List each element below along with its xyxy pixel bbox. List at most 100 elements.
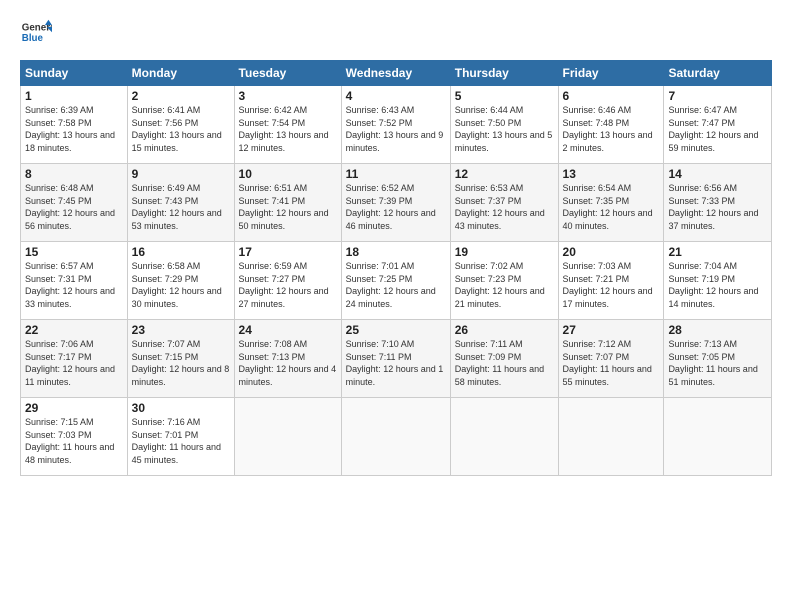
cell-content: Sunrise: 6:52 AMSunset: 7:39 PMDaylight:… [346, 183, 436, 231]
day-number: 23 [132, 323, 230, 337]
day-cell: 6 Sunrise: 6:46 AMSunset: 7:48 PMDayligh… [558, 86, 664, 164]
day-number: 11 [346, 167, 446, 181]
cell-content: Sunrise: 6:44 AMSunset: 7:50 PMDaylight:… [455, 105, 553, 153]
cell-content: Sunrise: 7:04 AMSunset: 7:19 PMDaylight:… [668, 261, 758, 309]
column-header-monday: Monday [127, 61, 234, 86]
cell-content: Sunrise: 7:03 AMSunset: 7:21 PMDaylight:… [563, 261, 653, 309]
column-header-sunday: Sunday [21, 61, 128, 86]
day-cell: 8 Sunrise: 6:48 AMSunset: 7:45 PMDayligh… [21, 164, 128, 242]
cell-content: Sunrise: 7:11 AMSunset: 7:09 PMDaylight:… [455, 339, 544, 387]
header-row: SundayMondayTuesdayWednesdayThursdayFrid… [21, 61, 772, 86]
day-cell: 20 Sunrise: 7:03 AMSunset: 7:21 PMDaylig… [558, 242, 664, 320]
cell-content: Sunrise: 7:16 AMSunset: 7:01 PMDaylight:… [132, 417, 221, 465]
week-row-1: 1 Sunrise: 6:39 AMSunset: 7:58 PMDayligh… [21, 86, 772, 164]
day-cell: 17 Sunrise: 6:59 AMSunset: 7:27 PMDaylig… [234, 242, 341, 320]
day-number: 25 [346, 323, 446, 337]
day-number: 10 [239, 167, 337, 181]
day-cell: 12 Sunrise: 6:53 AMSunset: 7:37 PMDaylig… [450, 164, 558, 242]
day-cell: 21 Sunrise: 7:04 AMSunset: 7:19 PMDaylig… [664, 242, 772, 320]
calendar-table: SundayMondayTuesdayWednesdayThursdayFrid… [20, 60, 772, 476]
day-cell: 22 Sunrise: 7:06 AMSunset: 7:17 PMDaylig… [21, 320, 128, 398]
day-cell: 29 Sunrise: 7:15 AMSunset: 7:03 PMDaylig… [21, 398, 128, 476]
day-cell: 4 Sunrise: 6:43 AMSunset: 7:52 PMDayligh… [341, 86, 450, 164]
day-cell: 2 Sunrise: 6:41 AMSunset: 7:56 PMDayligh… [127, 86, 234, 164]
day-cell: 24 Sunrise: 7:08 AMSunset: 7:13 PMDaylig… [234, 320, 341, 398]
cell-content: Sunrise: 6:48 AMSunset: 7:45 PMDaylight:… [25, 183, 115, 231]
day-number: 2 [132, 89, 230, 103]
page-header: General Blue [20, 18, 772, 50]
day-cell: 19 Sunrise: 7:02 AMSunset: 7:23 PMDaylig… [450, 242, 558, 320]
cell-content: Sunrise: 6:43 AMSunset: 7:52 PMDaylight:… [346, 105, 444, 153]
day-cell: 5 Sunrise: 6:44 AMSunset: 7:50 PMDayligh… [450, 86, 558, 164]
day-number: 13 [563, 167, 660, 181]
day-cell [664, 398, 772, 476]
day-cell: 27 Sunrise: 7:12 AMSunset: 7:07 PMDaylig… [558, 320, 664, 398]
day-number: 5 [455, 89, 554, 103]
day-number: 1 [25, 89, 123, 103]
cell-content: Sunrise: 6:49 AMSunset: 7:43 PMDaylight:… [132, 183, 222, 231]
day-number: 22 [25, 323, 123, 337]
column-header-wednesday: Wednesday [341, 61, 450, 86]
cell-content: Sunrise: 6:53 AMSunset: 7:37 PMDaylight:… [455, 183, 545, 231]
cell-content: Sunrise: 6:46 AMSunset: 7:48 PMDaylight:… [563, 105, 653, 153]
day-number: 17 [239, 245, 337, 259]
cell-content: Sunrise: 7:10 AMSunset: 7:11 PMDaylight:… [346, 339, 444, 387]
day-number: 20 [563, 245, 660, 259]
week-row-4: 22 Sunrise: 7:06 AMSunset: 7:17 PMDaylig… [21, 320, 772, 398]
cell-content: Sunrise: 6:41 AMSunset: 7:56 PMDaylight:… [132, 105, 222, 153]
day-number: 26 [455, 323, 554, 337]
day-cell: 3 Sunrise: 6:42 AMSunset: 7:54 PMDayligh… [234, 86, 341, 164]
day-cell: 15 Sunrise: 6:57 AMSunset: 7:31 PMDaylig… [21, 242, 128, 320]
day-number: 9 [132, 167, 230, 181]
day-number: 6 [563, 89, 660, 103]
day-number: 24 [239, 323, 337, 337]
day-number: 19 [455, 245, 554, 259]
day-cell: 13 Sunrise: 6:54 AMSunset: 7:35 PMDaylig… [558, 164, 664, 242]
day-cell: 26 Sunrise: 7:11 AMSunset: 7:09 PMDaylig… [450, 320, 558, 398]
cell-content: Sunrise: 7:12 AMSunset: 7:07 PMDaylight:… [563, 339, 652, 387]
week-row-5: 29 Sunrise: 7:15 AMSunset: 7:03 PMDaylig… [21, 398, 772, 476]
cell-content: Sunrise: 6:42 AMSunset: 7:54 PMDaylight:… [239, 105, 329, 153]
week-row-2: 8 Sunrise: 6:48 AMSunset: 7:45 PMDayligh… [21, 164, 772, 242]
day-cell: 10 Sunrise: 6:51 AMSunset: 7:41 PMDaylig… [234, 164, 341, 242]
day-number: 27 [563, 323, 660, 337]
day-number: 15 [25, 245, 123, 259]
day-number: 7 [668, 89, 767, 103]
day-cell [450, 398, 558, 476]
day-cell: 11 Sunrise: 6:52 AMSunset: 7:39 PMDaylig… [341, 164, 450, 242]
cell-content: Sunrise: 7:01 AMSunset: 7:25 PMDaylight:… [346, 261, 436, 309]
cell-content: Sunrise: 6:39 AMSunset: 7:58 PMDaylight:… [25, 105, 115, 153]
column-header-tuesday: Tuesday [234, 61, 341, 86]
cell-content: Sunrise: 6:54 AMSunset: 7:35 PMDaylight:… [563, 183, 653, 231]
logo-icon: General Blue [20, 18, 52, 50]
svg-text:Blue: Blue [22, 33, 44, 44]
day-cell: 30 Sunrise: 7:16 AMSunset: 7:01 PMDaylig… [127, 398, 234, 476]
cell-content: Sunrise: 7:07 AMSunset: 7:15 PMDaylight:… [132, 339, 230, 387]
day-number: 3 [239, 89, 337, 103]
day-number: 14 [668, 167, 767, 181]
day-number: 29 [25, 401, 123, 415]
day-number: 16 [132, 245, 230, 259]
day-number: 30 [132, 401, 230, 415]
day-cell [234, 398, 341, 476]
day-cell: 23 Sunrise: 7:07 AMSunset: 7:15 PMDaylig… [127, 320, 234, 398]
cell-content: Sunrise: 7:06 AMSunset: 7:17 PMDaylight:… [25, 339, 115, 387]
cell-content: Sunrise: 7:15 AMSunset: 7:03 PMDaylight:… [25, 417, 114, 465]
day-number: 12 [455, 167, 554, 181]
cell-content: Sunrise: 6:56 AMSunset: 7:33 PMDaylight:… [668, 183, 758, 231]
day-cell: 14 Sunrise: 6:56 AMSunset: 7:33 PMDaylig… [664, 164, 772, 242]
cell-content: Sunrise: 6:51 AMSunset: 7:41 PMDaylight:… [239, 183, 329, 231]
cell-content: Sunrise: 6:59 AMSunset: 7:27 PMDaylight:… [239, 261, 329, 309]
day-number: 8 [25, 167, 123, 181]
day-cell [341, 398, 450, 476]
day-cell: 7 Sunrise: 6:47 AMSunset: 7:47 PMDayligh… [664, 86, 772, 164]
day-number: 21 [668, 245, 767, 259]
cell-content: Sunrise: 6:58 AMSunset: 7:29 PMDaylight:… [132, 261, 222, 309]
day-cell: 9 Sunrise: 6:49 AMSunset: 7:43 PMDayligh… [127, 164, 234, 242]
day-cell: 1 Sunrise: 6:39 AMSunset: 7:58 PMDayligh… [21, 86, 128, 164]
day-cell: 16 Sunrise: 6:58 AMSunset: 7:29 PMDaylig… [127, 242, 234, 320]
day-number: 4 [346, 89, 446, 103]
day-number: 18 [346, 245, 446, 259]
cell-content: Sunrise: 6:57 AMSunset: 7:31 PMDaylight:… [25, 261, 115, 309]
column-header-saturday: Saturday [664, 61, 772, 86]
